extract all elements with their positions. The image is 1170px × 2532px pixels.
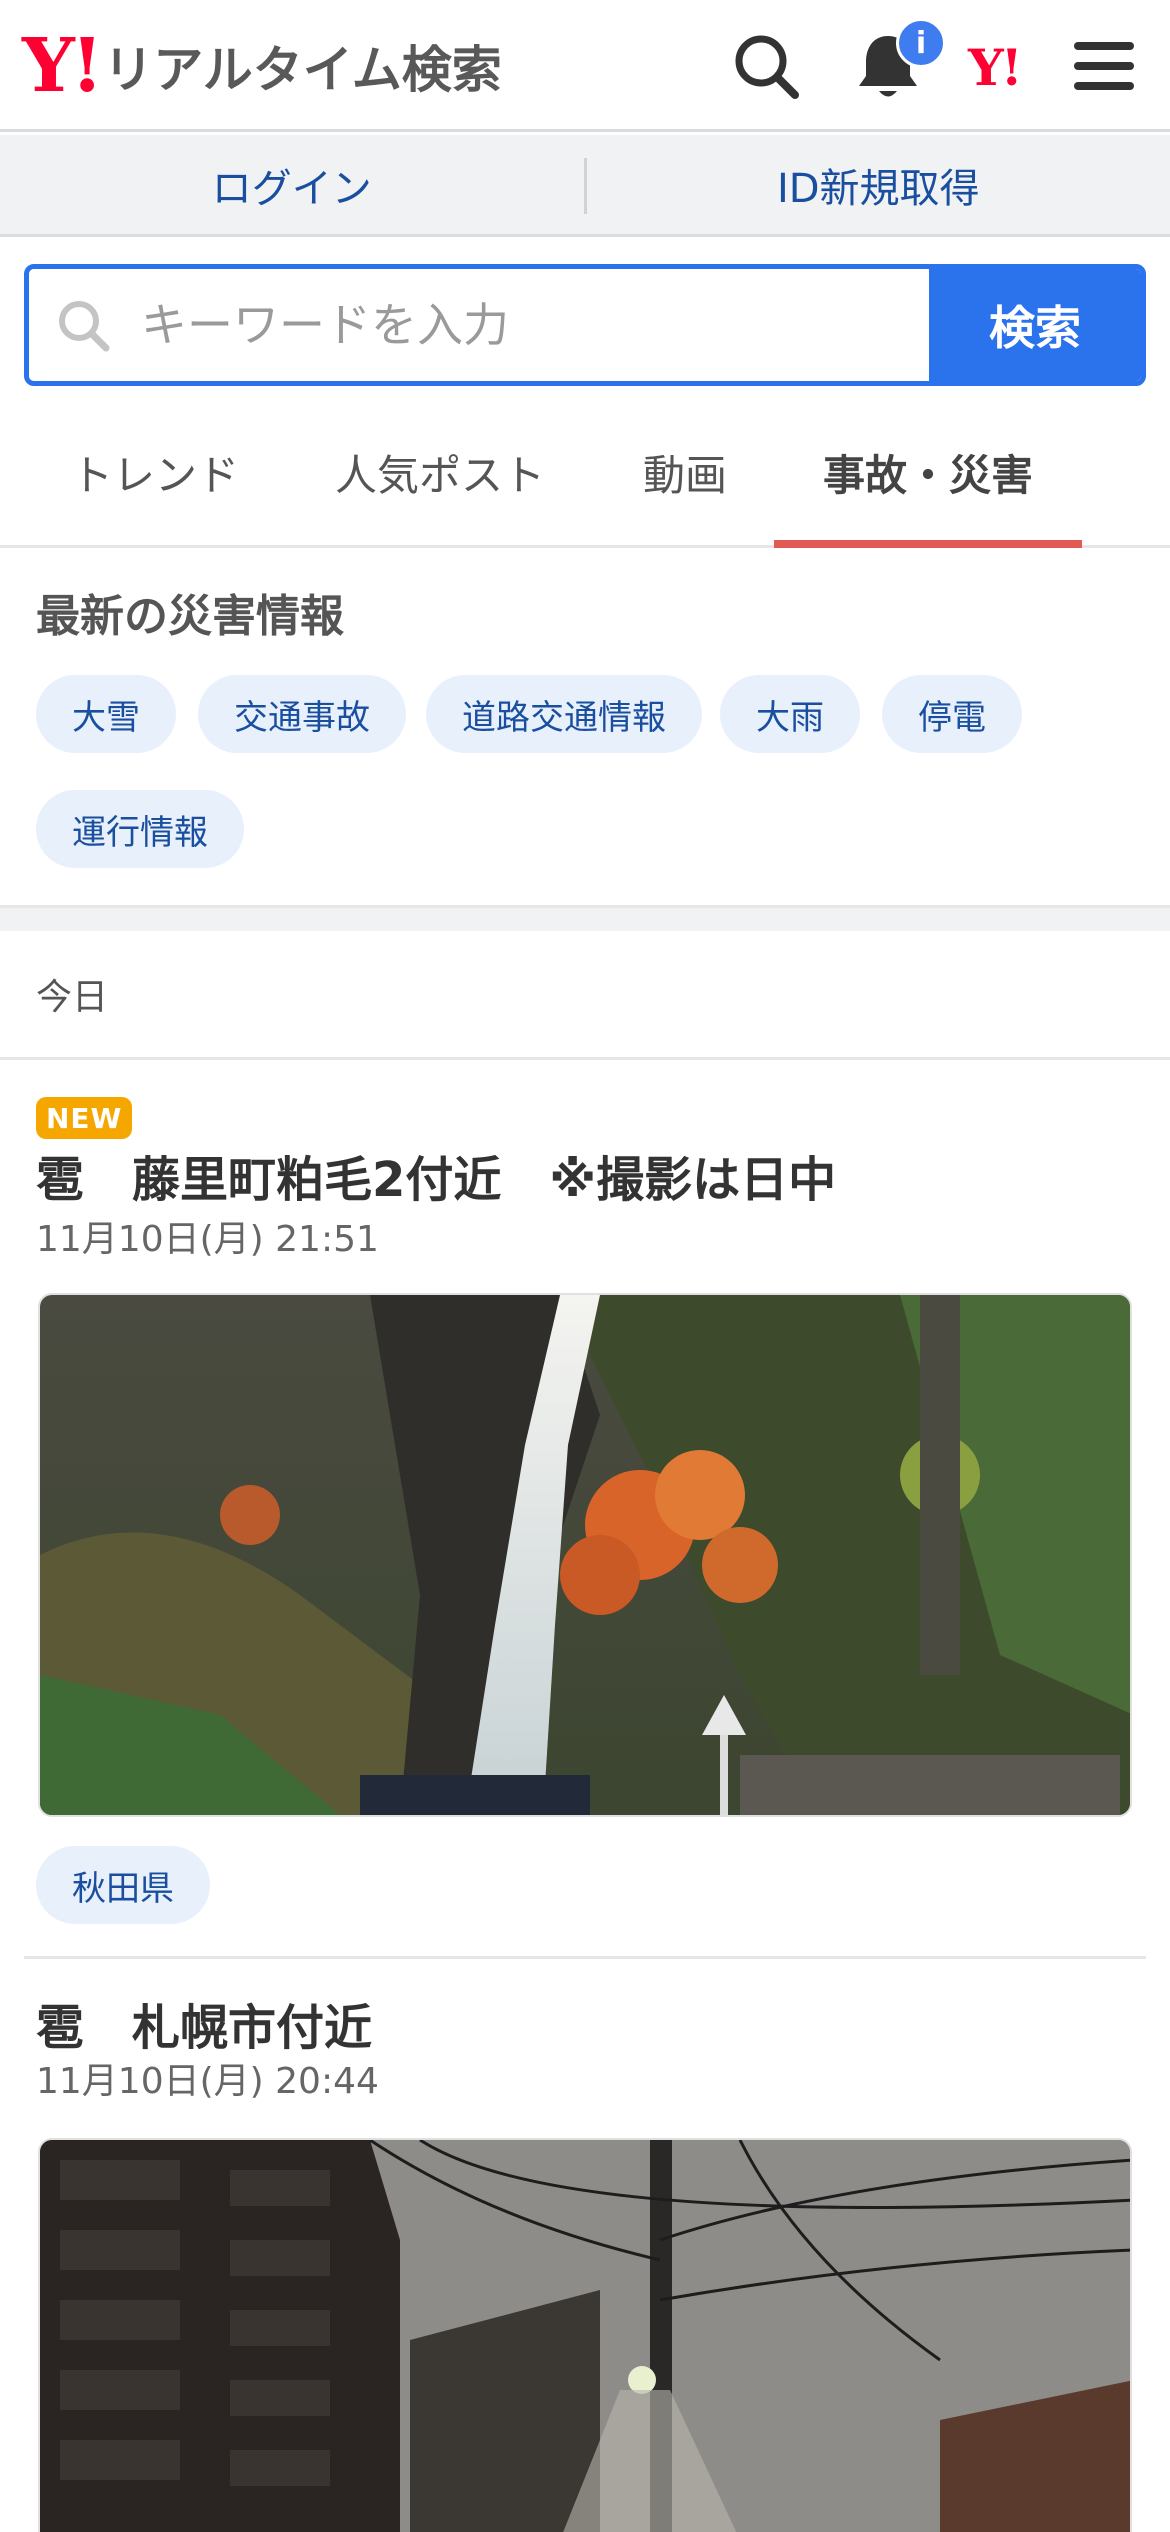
hamburger-menu-icon[interactable] xyxy=(1064,26,1144,106)
post-photo-waterfall[interactable] xyxy=(38,1293,1132,1817)
tab-accident-disaster[interactable]: 事故・災害 xyxy=(774,400,1082,548)
category-tabs: トレンド 人気ポスト 動画 事故・災害 xyxy=(0,400,1170,548)
new-badge: NEW xyxy=(36,1097,133,1139)
post-title[interactable]: 雹 札幌市付近 xyxy=(36,1988,372,2058)
logo-text: リアルタイム検索 xyxy=(103,41,502,99)
chip-traffic-accident[interactable]: 交通事故 xyxy=(198,675,406,753)
post-timestamp: 11月10日(月) 21:51 xyxy=(36,1219,379,1260)
register-link[interactable]: ID新規取得 xyxy=(587,135,1170,234)
search-icon[interactable] xyxy=(726,26,806,106)
search-input[interactable] xyxy=(141,298,841,352)
yahoo-japan-icon[interactable]: Y! xyxy=(968,30,1023,106)
tab-trend[interactable]: トレンド xyxy=(40,400,270,545)
search-field[interactable] xyxy=(29,269,929,381)
disaster-section-title: 最新の災害情報 xyxy=(36,591,344,642)
account-bar: ログイン ID新規取得 xyxy=(0,135,1170,237)
prefecture-tag[interactable]: 秋田県 xyxy=(36,1846,210,1924)
chip-heavy-snow[interactable]: 大雪 xyxy=(36,675,176,753)
post-photo-night-snow[interactable] xyxy=(38,2138,1132,2532)
app-header: Y! リアルタイム検索 i Y! xyxy=(0,0,1170,132)
tab-video[interactable]: 動画 xyxy=(610,400,760,545)
search-button[interactable]: 検索 xyxy=(929,269,1141,381)
section-divider xyxy=(0,905,1170,931)
chip-train-service[interactable]: 運行情報 xyxy=(36,790,244,868)
login-link[interactable]: ログイン xyxy=(0,135,584,234)
notification-badge: i xyxy=(896,18,946,68)
date-group-label: 今日 xyxy=(36,977,109,1018)
search-field-icon xyxy=(59,301,110,352)
date-group-divider xyxy=(0,1057,1170,1060)
post-divider xyxy=(24,1956,1146,1959)
chip-heavy-rain[interactable]: 大雨 xyxy=(720,675,860,753)
chip-power-outage[interactable]: 停電 xyxy=(882,675,1022,753)
search-form: 検索 xyxy=(24,264,1146,386)
logo-mark: Y! xyxy=(22,23,103,109)
post-title[interactable]: 雹 藤里町粕毛2付近 ※撮影は日中 xyxy=(36,1140,836,1210)
yahoo-realtime-logo[interactable]: Y! リアルタイム検索 xyxy=(22,28,502,104)
chip-road-traffic[interactable]: 道路交通情報 xyxy=(426,675,702,753)
post-timestamp: 11月10日(月) 20:44 xyxy=(36,2061,379,2102)
tab-popular-posts[interactable]: 人気ポスト xyxy=(300,400,580,545)
